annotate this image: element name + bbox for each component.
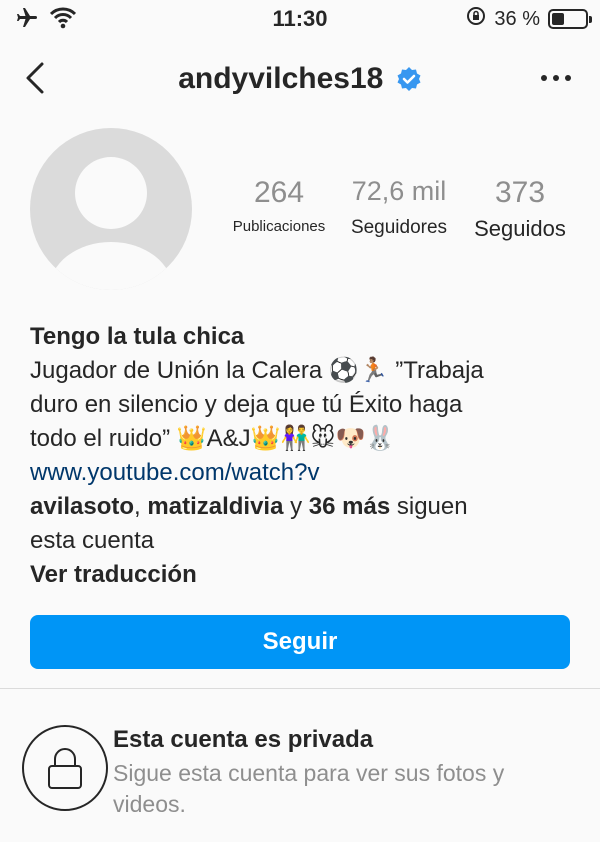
status-right: 36 % [466, 6, 592, 32]
username-title: andyvilches18 [0, 62, 600, 96]
battery-fill [552, 13, 564, 25]
private-account-subtitle: Sigue esta cuenta para ver sus fotos y v… [113, 760, 505, 817]
username: andyvilches18 [178, 62, 384, 95]
bio: Tengo la tula chica Jugador de Unión la … [30, 320, 575, 592]
followed-by: avilasoto, matizaldivia y 36 más siguen [30, 493, 468, 520]
more-options-icon [541, 75, 571, 81]
private-account-title: Esta cuenta es privada [113, 726, 374, 753]
more-options-button[interactable] [534, 58, 578, 98]
stat-posts-count: 264 [253, 176, 305, 209]
stat-followers[interactable]: 72,6 mil Seguidores [344, 176, 454, 239]
verified-badge-icon [397, 67, 421, 91]
profile-header: andyvilches18 [0, 48, 600, 108]
private-lock-badge [22, 725, 108, 811]
avatar[interactable] [30, 128, 192, 290]
battery-cap [589, 16, 592, 23]
battery-percent: 36 % [494, 7, 540, 30]
stat-posts-label: Publicaciones [232, 218, 326, 235]
bio-line: todo el ruido” 👑A&J👑👫🐭🐶🐰 [30, 425, 396, 452]
status-bar: 11:30 36 % [0, 0, 600, 40]
follower-link[interactable]: avilasoto [30, 493, 134, 520]
followed-by-line2: esta cuenta [30, 527, 155, 554]
more-followers-link[interactable]: 36 más [309, 493, 390, 520]
battery-icon [548, 9, 592, 29]
profile-name: Tengo la tula chica [30, 323, 245, 350]
stat-following[interactable]: 373 Seguidos [464, 176, 576, 242]
stat-following-label: Seguidos [474, 216, 566, 241]
orientation-lock-icon [466, 6, 486, 32]
bio-line: duro en silencio y deja que tú Éxito hag… [30, 391, 463, 418]
stat-followers-count: 72,6 mil [351, 176, 447, 206]
profile-stats: 264 Publicaciones 72,6 mil Seguidores 37… [220, 176, 590, 256]
divider [0, 688, 600, 689]
follower-link[interactable]: matizaldivia [147, 493, 283, 520]
lock-icon [48, 748, 82, 789]
see-translation-link[interactable]: Ver traducción [30, 558, 575, 592]
stat-posts[interactable]: 264 Publicaciones [220, 176, 338, 235]
stat-followers-label: Seguidores [350, 217, 448, 238]
follow-button[interactable]: Seguir [30, 615, 570, 669]
bio-link[interactable]: www.youtube.com/watch?v [30, 456, 575, 490]
bio-line: Jugador de Unión la Calera ⚽🏃🏽 ”Trabaja [30, 357, 484, 384]
default-avatar-icon [49, 157, 173, 290]
stat-following-count: 373 [494, 176, 546, 209]
